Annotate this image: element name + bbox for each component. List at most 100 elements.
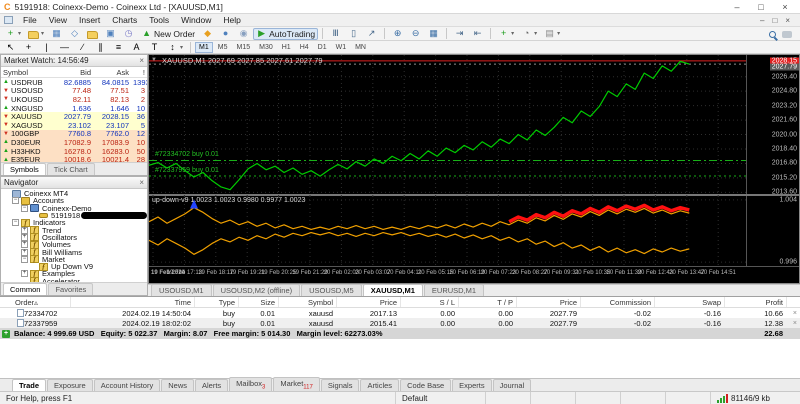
- indicator-axis[interactable]: 1.0040.996: [746, 196, 799, 266]
- timeframe-m1[interactable]: M1: [195, 42, 213, 53]
- chart-tab-xauusd-m1[interactable]: XAUUSD,M1: [363, 284, 423, 296]
- column-header-type[interactable]: Type: [194, 297, 238, 307]
- line-chart-mode-button[interactable]: ↗: [363, 28, 380, 40]
- text-label-tool-button[interactable]: T: [146, 41, 163, 53]
- metaeditor-button[interactable]: ◆: [199, 28, 216, 40]
- chart-tab-usousd-m1[interactable]: USOUSD,M1: [151, 284, 212, 296]
- status-profile[interactable]: Default: [395, 392, 485, 404]
- indicator-pane[interactable]: up-down-v9 1.0023 1.0023 0.9980 0.9977 1…: [149, 196, 799, 266]
- close-order-button[interactable]: ×: [786, 310, 800, 317]
- menu-view[interactable]: View: [43, 15, 73, 25]
- main-price-axis[interactable]: 2028.152027.792026.402024.802023.202021.…: [746, 55, 799, 194]
- menu-window[interactable]: Window: [175, 15, 217, 25]
- market-watch-row-e35eur[interactable]: ▲E35EUR10018.610021.428: [1, 155, 147, 162]
- candlestick-mode-button[interactable]: ▯: [345, 28, 362, 40]
- tree-collapse-icon[interactable]: −: [12, 219, 19, 226]
- market-watch-row-xagusd[interactable]: ▼XAGUSD23.10223.1075: [1, 121, 147, 130]
- timeframe-mn[interactable]: MN: [351, 42, 370, 53]
- navigator-item-indicators[interactable]: −fIndicators: [1, 219, 147, 226]
- terminal-tab-articles[interactable]: Articles: [360, 379, 399, 391]
- profiles-dropdown-arrow[interactable]: ▾: [41, 30, 44, 37]
- autotrading-button[interactable]: ▶AutoTrading: [253, 28, 318, 40]
- child-minimize-button[interactable]: –: [760, 16, 764, 25]
- maximize-button[interactable]: □: [756, 2, 766, 12]
- column-header-swap[interactable]: Swap: [654, 297, 724, 307]
- timeframe-w1[interactable]: W1: [332, 42, 351, 53]
- market-watch-row-d30eur[interactable]: ▲D30EUR17082.917083.910: [1, 138, 147, 147]
- terminal-tab-experts[interactable]: Experts: [452, 379, 491, 391]
- terminal-tab-account-history[interactable]: Account History: [94, 379, 161, 391]
- terminal-tab-signals[interactable]: Signals: [321, 379, 360, 391]
- column-header-price[interactable]: Price: [516, 297, 580, 307]
- column-header-order[interactable]: Order ▵: [12, 297, 70, 307]
- profiles-button[interactable]: ▾: [25, 28, 47, 40]
- column-header-ask[interactable]: Ask: [93, 68, 131, 77]
- minimize-button[interactable]: –: [732, 2, 742, 12]
- horizontal-line-tool-button[interactable]: —: [56, 41, 73, 53]
- auto-scroll-button[interactable]: ⇥: [451, 28, 468, 40]
- terminal-tab-journal[interactable]: Journal: [493, 379, 532, 391]
- market-watch-row-h33hkd[interactable]: ▲H33HKD16278.016283.050: [1, 147, 147, 156]
- periods-dropdown-arrow[interactable]: ▾: [534, 30, 537, 37]
- navigator-item-oscillators[interactable]: +fOscillators: [1, 234, 147, 241]
- templates-button[interactable]: ▤▾: [541, 28, 563, 40]
- market-watch-row-ukousd[interactable]: ▼UKOUSD82.1182.132: [1, 95, 147, 104]
- tree-expand-icon[interactable]: +: [21, 234, 28, 241]
- navigator-close-icon[interactable]: ×: [139, 178, 144, 187]
- tree-expand-icon[interactable]: +: [21, 249, 28, 256]
- menu-help[interactable]: Help: [217, 15, 246, 25]
- column-header-symbol[interactable]: Symbol: [1, 68, 53, 77]
- new-chart-button[interactable]: +▾: [2, 28, 24, 40]
- main-price-pane[interactable]: ▼ XAUUSD,M1 2027.69 2027.85 2027.61 2027…: [149, 55, 799, 196]
- column-header-tp[interactable]: T / P: [458, 297, 516, 307]
- market-watch-row-xauusd[interactable]: ▼XAUUSD2027.792028.1536: [1, 112, 147, 121]
- navigator-toggle-button[interactable]: [84, 28, 101, 40]
- navigator-item-bill-williams[interactable]: +fBill Williams: [1, 248, 147, 255]
- market-watch-row-usousd[interactable]: ▼USOUSD77.4877.513: [1, 87, 147, 96]
- vertical-line-tool-button[interactable]: |: [38, 41, 55, 53]
- column-header-[interactable]: !: [131, 68, 147, 77]
- column-header-bid[interactable]: Bid: [53, 68, 93, 77]
- column-header-time[interactable]: Time: [70, 297, 194, 307]
- terminal-tab-mailbox[interactable]: Mailbox3: [229, 377, 272, 392]
- chart-tab-usousd-m5[interactable]: USOUSD,M5: [301, 284, 362, 296]
- trendline-tool-button[interactable]: ∕: [74, 41, 91, 53]
- column-header-commission[interactable]: Commission: [580, 297, 654, 307]
- crosshair-tool-button[interactable]: +: [20, 41, 37, 53]
- new-order-button[interactable]: ▲New Order: [138, 28, 198, 40]
- chart-window-icon[interactable]: [4, 16, 13, 24]
- market-watch-toggle-button[interactable]: ▦: [48, 28, 65, 40]
- indicators-list-button[interactable]: +▾: [495, 28, 517, 40]
- chart-tab-eurusd-m1[interactable]: EURUSD,M1: [424, 284, 484, 296]
- timeframe-m15[interactable]: M15: [232, 42, 254, 53]
- terminal-tab-trade[interactable]: Trade: [12, 379, 46, 391]
- menu-file[interactable]: File: [17, 15, 43, 25]
- terminal-tab-code-base[interactable]: Code Base: [400, 379, 451, 391]
- child-restore-button[interactable]: □: [772, 16, 777, 25]
- market-watch-row-xngusd[interactable]: ▲XNGUSD1.6361.64610: [1, 104, 147, 113]
- tab-symbols[interactable]: Symbols: [3, 163, 46, 175]
- column-header-open_price[interactable]: Price: [336, 297, 400, 307]
- indicators-list-dropdown-arrow[interactable]: ▾: [511, 30, 514, 37]
- column-header-symbol[interactable]: Symbol: [278, 297, 336, 307]
- terminal-tab-news[interactable]: News: [161, 379, 194, 391]
- time-axis[interactable]: 19 Feb 202419 Feb 17:1319 Feb 18:1719 Fe…: [149, 266, 799, 282]
- chart-menu-arrow-icon[interactable]: ▼: [151, 57, 157, 63]
- community-icon[interactable]: [782, 31, 792, 38]
- tree-collapse-icon[interactable]: −: [12, 197, 19, 204]
- tree-collapse-icon[interactable]: −: [21, 205, 28, 212]
- child-close-button[interactable]: ×: [785, 16, 790, 25]
- timeframe-m30[interactable]: M30: [255, 42, 277, 53]
- column-header-size[interactable]: Size: [238, 297, 278, 307]
- strategy-tester-button[interactable]: ◷: [120, 28, 137, 40]
- chart-window[interactable]: ▼ XAUUSD,M1 2027.69 2027.85 2027.61 2027…: [148, 54, 800, 284]
- indicator-plot[interactable]: up-down-v9 1.0023 1.0023 0.9980 0.9977 1…: [149, 196, 746, 266]
- column-header-sl[interactable]: S / L: [400, 297, 458, 307]
- timeframe-m5[interactable]: M5: [214, 42, 232, 53]
- main-plot[interactable]: ▼ XAUUSD,M1 2027.69 2027.85 2027.61 2027…: [149, 55, 746, 194]
- tab-tick-chart[interactable]: Tick Chart: [47, 163, 95, 175]
- timeframe-h4[interactable]: H4: [296, 42, 313, 53]
- terminal-tab-market[interactable]: Market117: [273, 377, 320, 392]
- data-window-button[interactable]: ◇: [66, 28, 83, 40]
- menu-tools[interactable]: Tools: [143, 15, 175, 25]
